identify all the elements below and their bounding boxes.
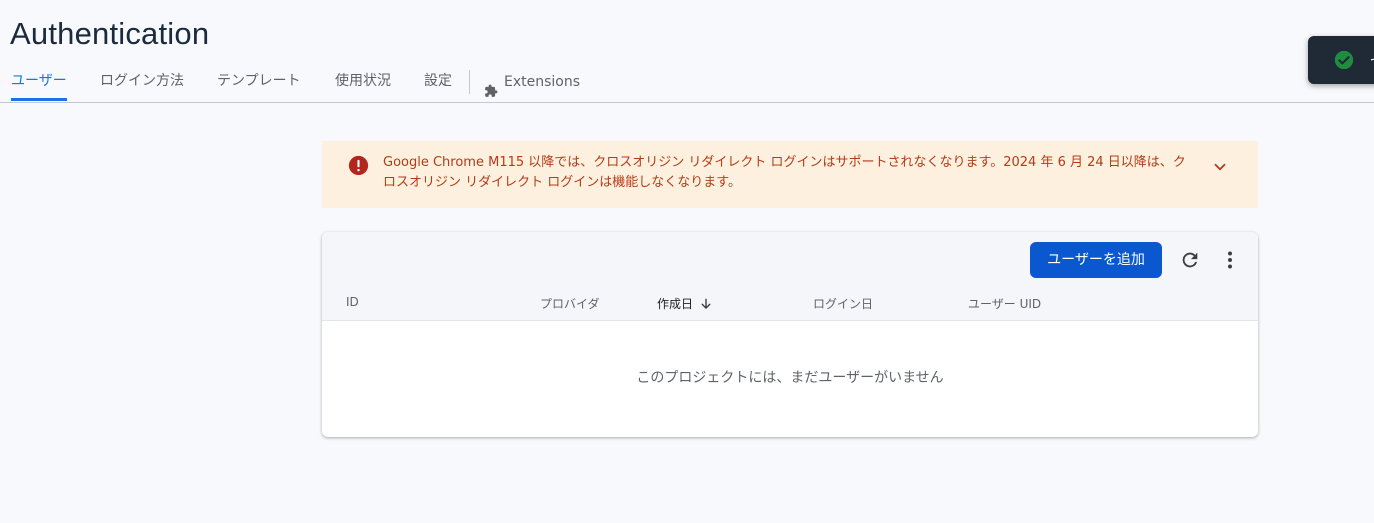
tab-extensions[interactable]: Extensions — [484, 62, 580, 101]
refresh-icon[interactable] — [1179, 249, 1201, 271]
users-card-header: ユーザーを追加 ID プロバイダ 作成日 ログイン日 ユーザー UID — [322, 232, 1258, 321]
empty-state-message: このプロジェクトには、まだユーザーがいません — [636, 370, 944, 386]
arrow-down-icon — [699, 297, 713, 311]
toast-text: セ — [1370, 50, 1374, 71]
error-icon — [348, 155, 369, 176]
column-header-user-uid[interactable]: ユーザー UID — [968, 295, 1041, 312]
page-title: Authentication — [10, 16, 210, 51]
tab-sign-in-method[interactable]: ログイン方法 — [100, 62, 184, 101]
tab-bar: ユーザー ログイン方法 テンプレート 使用状況 設定 Extensions — [0, 62, 1374, 103]
tab-usage[interactable]: 使用状況 — [335, 62, 391, 101]
tab-templates[interactable]: テンプレート — [217, 62, 301, 101]
column-header-provider[interactable]: プロバイダ — [540, 295, 600, 312]
chevron-down-icon[interactable] — [1211, 158, 1229, 176]
column-header-signed-in[interactable]: ログイン日 — [813, 295, 873, 312]
column-header-created-label: 作成日 — [657, 297, 694, 311]
check-circle-icon — [1333, 49, 1355, 71]
add-user-button[interactable]: ユーザーを追加 — [1030, 242, 1162, 278]
warning-banner: Google Chrome M115 以降では、クロスオリジン リダイレクト ロ… — [322, 141, 1258, 208]
users-card: ユーザーを追加 ID プロバイダ 作成日 ログイン日 ユーザー UID このプロ… — [322, 232, 1258, 437]
tab-users[interactable]: ユーザー — [11, 62, 67, 101]
column-header-created[interactable]: 作成日 — [657, 295, 713, 312]
tab-settings[interactable]: 設定 — [424, 62, 452, 101]
tab-divider — [469, 70, 470, 94]
column-header-id[interactable]: ID — [346, 295, 359, 309]
more-vert-icon[interactable] — [1220, 249, 1240, 271]
toast-notification: セ — [1308, 36, 1374, 84]
banner-message: Google Chrome M115 以降では、クロスオリジン リダイレクト ロ… — [383, 155, 1186, 190]
puzzle-icon — [484, 75, 498, 97]
tab-extensions-label: Extensions — [504, 73, 581, 90]
